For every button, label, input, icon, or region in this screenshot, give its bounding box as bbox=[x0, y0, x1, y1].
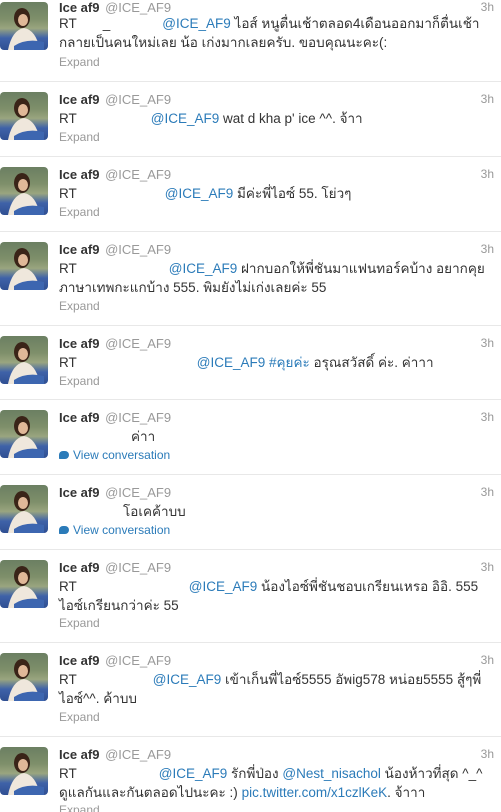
author-handle[interactable]: @ICE_AF9 bbox=[105, 92, 171, 107]
expand-link[interactable]: Expand bbox=[59, 710, 100, 724]
author-name[interactable]: Ice af9 bbox=[59, 0, 99, 15]
tweet-timestamp[interactable]: 3h bbox=[481, 92, 494, 106]
author-handle[interactable]: @ICE_AF9 bbox=[105, 336, 171, 351]
tweet-text: ค่าา bbox=[131, 429, 156, 444]
author-name[interactable]: Ice af9 bbox=[59, 167, 99, 182]
author-handle[interactable]: @ICE_AF9 bbox=[105, 485, 171, 500]
mention-link[interactable]: @ICE_AF9 bbox=[165, 186, 233, 201]
mention-link[interactable]: @Nest_nisachol bbox=[282, 766, 381, 781]
tweet-timestamp[interactable]: 3h bbox=[481, 167, 494, 181]
author-handle[interactable]: @ICE_AF9 bbox=[105, 560, 171, 575]
expand-link[interactable]: Expand bbox=[59, 299, 100, 313]
avatar[interactable] bbox=[0, 747, 48, 795]
tweet-text: RT @ICE_AF9 น้องไอซ์พี่ชันชอบเกรียนเหรอ อ… bbox=[59, 579, 479, 613]
tweet-text: RT @ICE_AF9 wat d kha p' ice ^^. จ้าา bbox=[59, 111, 363, 126]
tweet[interactable]: Ice af9 @ICE_AF9 3h RT @ICE_AF9 #คุยค่ะ อ… bbox=[0, 326, 501, 400]
tweet-timestamp[interactable]: 3h bbox=[481, 747, 494, 761]
author-handle[interactable]: @ICE_AF9 bbox=[105, 747, 171, 762]
conversation-bubble-icon bbox=[59, 526, 69, 534]
avatar[interactable] bbox=[0, 2, 48, 50]
rt-marker: RT bbox=[59, 111, 77, 126]
author-name[interactable]: Ice af9 bbox=[59, 410, 99, 425]
avatar[interactable] bbox=[0, 242, 48, 290]
tweet-text: RT @ICE_AF9 รักพี่ป่อง @Nest_nisachol น้อ… bbox=[59, 766, 483, 800]
author-name[interactable]: Ice af9 bbox=[59, 336, 99, 351]
view-conversation-link[interactable]: View conversation bbox=[59, 523, 170, 537]
rt-marker: RT bbox=[59, 672, 77, 687]
rt-marker: RT bbox=[59, 186, 77, 201]
tweet[interactable]: Ice af9 @ICE_AF9 3h ค่าา View conversati… bbox=[0, 400, 501, 475]
mention-link[interactable]: @ICE_AF9 bbox=[162, 16, 230, 31]
tweet-feed: Ice af9 @ICE_AF9 3h RT _ @ICE_AF9 ไอส์ หนู… bbox=[0, 0, 501, 812]
author-handle[interactable]: @ICE_AF9 bbox=[105, 242, 171, 257]
tweet[interactable]: Ice af9 @ICE_AF9 3h RT @ICE_AF9 เข้าเก็นพ… bbox=[0, 643, 501, 737]
author-handle[interactable]: @ICE_AF9 bbox=[105, 653, 171, 668]
avatar[interactable] bbox=[0, 336, 48, 384]
mention-link[interactable]: @ICE_AF9 bbox=[153, 672, 221, 687]
avatar[interactable] bbox=[0, 410, 48, 458]
tweet[interactable]: Ice af9 @ICE_AF9 3h RT @ICE_AF9 รักพี่ป่อ… bbox=[0, 737, 501, 812]
tweet[interactable]: Ice af9 @ICE_AF9 3h RT @ICE_AF9 wat d kha… bbox=[0, 82, 501, 157]
author-handle[interactable]: @ICE_AF9 bbox=[105, 410, 171, 425]
tweet-text: โอเคค้าบบ bbox=[123, 504, 186, 519]
expand-link[interactable]: Expand bbox=[59, 616, 100, 630]
rt-marker: RT bbox=[59, 355, 77, 370]
avatar[interactable] bbox=[0, 92, 48, 140]
expand-link[interactable]: Expand bbox=[59, 205, 100, 219]
tweet-timestamp[interactable]: 3h bbox=[481, 560, 494, 574]
mention-link[interactable]: @ICE_AF9 bbox=[159, 766, 227, 781]
tweet-timestamp[interactable]: 3h bbox=[481, 242, 494, 256]
author-name[interactable]: Ice af9 bbox=[59, 560, 99, 575]
rt-marker: RT bbox=[59, 261, 77, 276]
avatar[interactable] bbox=[0, 485, 48, 533]
author-name[interactable]: Ice af9 bbox=[59, 653, 99, 668]
mention-link[interactable]: @ICE_AF9 bbox=[151, 111, 219, 126]
tweet[interactable]: Ice af9 @ICE_AF9 3h RT @ICE_AF9 ฝากบอกให้… bbox=[0, 232, 501, 326]
avatar[interactable] bbox=[0, 560, 48, 608]
author-name[interactable]: Ice af9 bbox=[59, 485, 99, 500]
rt-marker: RT bbox=[59, 16, 77, 31]
author-name[interactable]: Ice af9 bbox=[59, 242, 99, 257]
tweet-text: RT @ICE_AF9 #คุยค่ะ อรุณสวัสดิ์ ค่ะ. ค่าา… bbox=[59, 355, 434, 370]
author-name[interactable]: Ice af9 bbox=[59, 747, 99, 762]
tweet-timestamp[interactable]: 3h bbox=[481, 0, 494, 14]
tweet[interactable]: Ice af9 @ICE_AF9 3h RT @ICE_AF9 มีค่ะพี่ไ… bbox=[0, 157, 501, 232]
tweet-timestamp[interactable]: 3h bbox=[481, 653, 494, 667]
expand-link[interactable]: Expand bbox=[59, 803, 100, 812]
tweet-text: RT _ @ICE_AF9 ไอส์ หนูตื่นเช้าตลอด4เดือนออ… bbox=[59, 16, 480, 50]
rt-marker: RT bbox=[59, 579, 77, 594]
expand-link[interactable]: Expand bbox=[59, 130, 100, 144]
tweet[interactable]: Ice af9 @ICE_AF9 3h โอเคค้าบบ View conve… bbox=[0, 475, 501, 550]
tweet-timestamp[interactable]: 3h bbox=[481, 410, 494, 424]
tweet-timestamp[interactable]: 3h bbox=[481, 485, 494, 499]
expand-link[interactable]: Expand bbox=[59, 374, 100, 388]
mention-link[interactable]: @ICE_AF9 bbox=[169, 261, 237, 276]
media-link[interactable]: pic.twitter.com/x1czlKeK bbox=[242, 785, 388, 800]
tweet-text: RT @ICE_AF9 ฝากบอกให้พี่ชันมาแฟนทอร์คบ้าง… bbox=[59, 261, 485, 295]
retweeted-user: _ bbox=[102, 16, 111, 31]
tweet-text: RT @ICE_AF9 มีค่ะพี่ไอซ์ 55. โย่วๆ bbox=[59, 186, 352, 201]
tweet[interactable]: Ice af9 @ICE_AF9 3h RT @ICE_AF9 น้องไอซ์พ… bbox=[0, 550, 501, 643]
expand-link[interactable]: Expand bbox=[59, 55, 100, 69]
mention-link[interactable]: @ICE_AF9 bbox=[197, 355, 265, 370]
view-conversation-link[interactable]: View conversation bbox=[59, 448, 170, 462]
tweet-timestamp[interactable]: 3h bbox=[481, 336, 494, 350]
tweet[interactable]: Ice af9 @ICE_AF9 3h RT _ @ICE_AF9 ไอส์ หนู… bbox=[0, 0, 501, 82]
author-handle[interactable]: @ICE_AF9 bbox=[105, 167, 171, 182]
avatar[interactable] bbox=[0, 167, 48, 215]
rt-marker: RT bbox=[59, 766, 77, 781]
tweet-text: RT @ICE_AF9 เข้าเก็นพี่ไอซ์5555 อัพig578 … bbox=[59, 672, 482, 706]
author-name[interactable]: Ice af9 bbox=[59, 92, 99, 107]
hashtag-link[interactable]: #คุยค่ะ bbox=[269, 355, 310, 370]
author-handle[interactable]: @ICE_AF9 bbox=[105, 0, 171, 15]
conversation-bubble-icon bbox=[59, 451, 69, 459]
avatar[interactable] bbox=[0, 653, 48, 701]
mention-link[interactable]: @ICE_AF9 bbox=[189, 579, 257, 594]
